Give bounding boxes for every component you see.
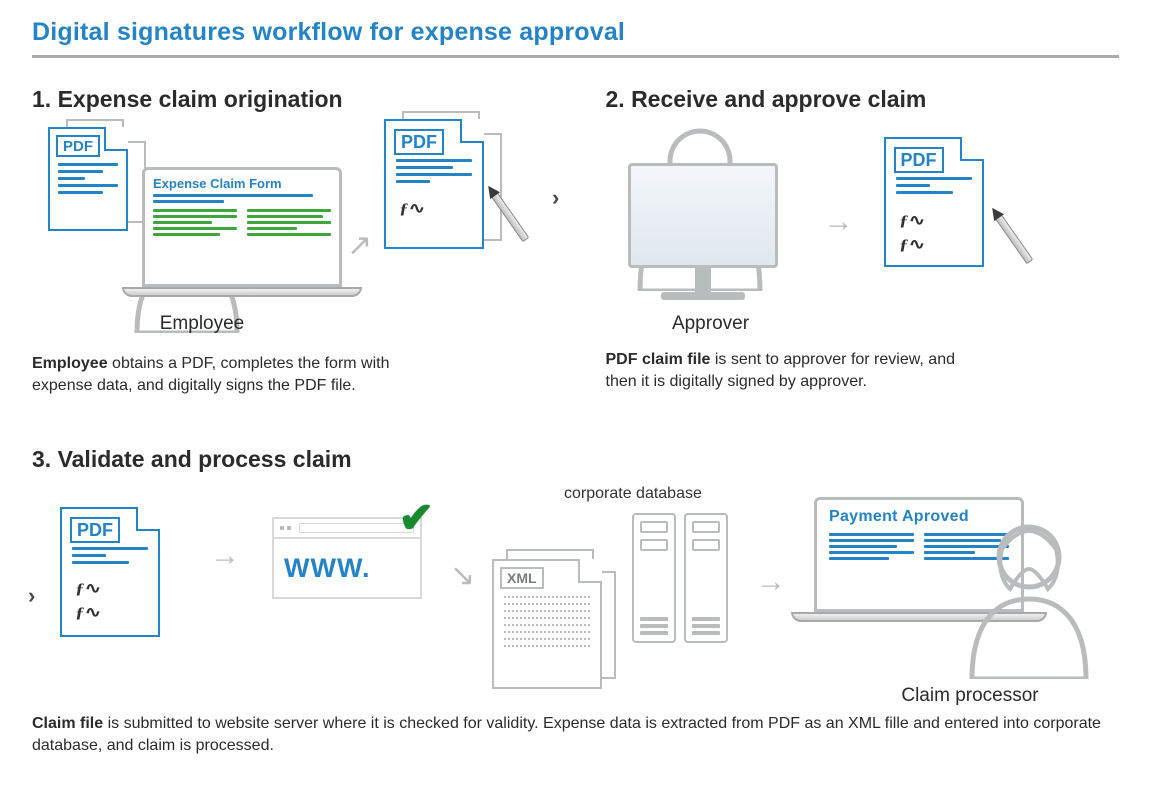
pdf-badge: PDF <box>894 147 944 173</box>
laptop-icon: Expense Claim Form <box>142 167 362 297</box>
www-text: WWW. <box>284 553 370 584</box>
actor-label-approver: Approver <box>661 313 761 335</box>
step-1-heading: 1. Expense claim origination <box>32 86 546 113</box>
signature-icon: ƒ∿ <box>898 211 924 230</box>
xml-badge: XML <box>500 567 544 589</box>
xml-document-icon: XML <box>492 559 602 689</box>
monitor-icon <box>628 163 778 300</box>
step-2-heading: 2. Receive and approve claim <box>606 86 1120 113</box>
page-title: Digital signatures workflow for expense … <box>32 18 1119 47</box>
pdf-badge: PDF <box>70 517 120 543</box>
pdf-signed-icon: PDF ƒ∿ ƒ∿ <box>884 137 984 267</box>
step-1-graphic: PDF Expense Claim Form <box>32 127 546 347</box>
signature-icon: ƒ∿ <box>898 235 924 254</box>
pdf-badge: PDF <box>56 135 100 157</box>
arrow-right-icon: → <box>824 207 854 237</box>
step-2: 2. Receive and approve claim → PDF ƒ∿ ƒ∿ <box>606 86 1120 408</box>
signature-icon: ƒ∿ <box>399 199 425 218</box>
signature-icon: ƒ∿ <box>75 579 101 598</box>
corporate-database-label: corporate database <box>564 485 702 503</box>
step-1: 1. Expense claim origination PDF Expe <box>32 86 546 412</box>
arrow-right-icon: → <box>756 567 786 597</box>
arrow-down-right-icon: ↘ <box>450 561 475 591</box>
form-title: Expense Claim Form <box>153 176 331 191</box>
pdf-badge: PDF <box>394 129 444 155</box>
step-1-description: Employee obtains a PDF, completes the fo… <box>32 353 392 396</box>
step-3: 3. Validate and process claim › PDF ƒ∿ ƒ… <box>32 446 1119 756</box>
step-3-graphic: › PDF ƒ∿ ƒ∿ → ✔ WWW. ↘ corporate databas… <box>32 487 1119 707</box>
step-2-graphic: → PDF ƒ∿ ƒ∿ Approver <box>606 127 1120 327</box>
server-rack-icon <box>632 513 728 643</box>
divider <box>32 55 1119 58</box>
arrow-right-icon: → <box>210 541 240 571</box>
browser-window-icon: ✔ WWW. <box>272 517 422 599</box>
arrow-icon: ↗ <box>347 231 372 261</box>
actor-label-claim-processor: Claim processor <box>870 685 1070 707</box>
step-3-heading: 3. Validate and process claim <box>32 446 1119 473</box>
chevron-right-icon: › <box>28 583 35 609</box>
actor-label-employee: Employee <box>142 313 262 335</box>
person-silhouette-icon <box>944 519 1114 679</box>
signature-icon: ƒ∿ <box>75 603 101 622</box>
chevron-right-icon: › <box>552 185 559 211</box>
pdf-signed-icon: PDF ƒ∿ ƒ∿ <box>60 507 160 637</box>
step-2-description: PDF claim file is sent to approver for r… <box>606 349 966 392</box>
pen-icon <box>994 214 1033 264</box>
pdf-signed-icon: PDF ƒ∿ <box>384 119 484 249</box>
step-3-description: Claim file is submitted to website serve… <box>32 713 1119 756</box>
checkmark-icon: ✔ <box>399 493 434 542</box>
